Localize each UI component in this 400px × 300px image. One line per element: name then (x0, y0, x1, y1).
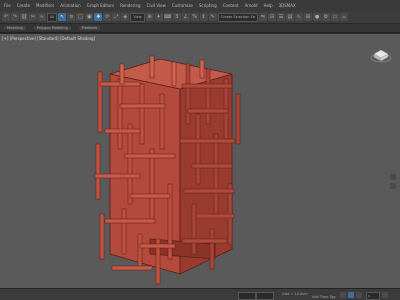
pivot-center-icon[interactable]: ⊕ (145, 13, 154, 21)
scaffold-tower-model[interactable] (0, 34, 400, 288)
mirror-icon[interactable]: ⇋ (259, 13, 268, 21)
menu-bar: File Create Modifiers Animation Graph Ed… (0, 0, 400, 11)
placement-icon[interactable]: ◈ (121, 13, 130, 21)
redo-icon[interactable]: ↷ (11, 13, 19, 21)
layers-icon[interactable]: ☰ (277, 13, 286, 21)
menu-animation[interactable]: Animation (60, 3, 80, 8)
menu-content[interactable]: Content (223, 3, 239, 8)
rectangular-selection-icon[interactable]: □ (76, 13, 85, 21)
undo-icon[interactable]: ↶ (2, 13, 10, 21)
bind-space-warp-icon[interactable]: ≈ (38, 13, 46, 21)
select-by-name-icon[interactable]: ≡ (67, 13, 76, 21)
x-coordinate-field[interactable] (238, 292, 256, 300)
go-to-end-icon[interactable] (356, 292, 362, 298)
rendered-frame-window-icon[interactable]: ▭ (331, 13, 340, 21)
ribbon: Modeling Polygon Modeling Freeform (0, 24, 400, 33)
move-icon[interactable]: ✥ (94, 13, 103, 21)
window-crossing-icon[interactable]: ▣ (85, 13, 94, 21)
tab-polygon-modeling[interactable]: Polygon Modeling (33, 26, 71, 30)
schematic-view-icon[interactable]: ⊞ (304, 13, 313, 21)
pan-icon[interactable] (390, 183, 396, 189)
menu-graph-editors[interactable]: Graph Editors (87, 3, 114, 8)
status-bar: Grid = 10.0cm Add Time Tag 0 (0, 288, 400, 300)
select-manipulate-icon[interactable]: ✦ (154, 13, 163, 21)
main-toolbar: ↶ ↷ ⛓ ✂ ≈ All ↖ ≡ □ ▣ ✥ ⟳ ⤢ ◈ View ⊕ ✦ ⌨… (0, 11, 400, 24)
add-time-tag[interactable]: Add Time Tag (312, 295, 336, 299)
spinner-snap-icon[interactable]: ⇕ (199, 13, 208, 21)
y-coordinate-field[interactable] (256, 292, 274, 300)
scale-icon[interactable]: ⤢ (112, 13, 121, 21)
play-icon[interactable] (348, 292, 354, 298)
named-selection-field[interactable]: Create Selection Se (217, 12, 259, 22)
selection-filter-dropdown[interactable]: All (47, 12, 58, 22)
menu-modifiers[interactable]: Modifiers (36, 3, 54, 8)
reference-coordinate-dropdown[interactable]: View (130, 12, 145, 22)
perspective-viewport[interactable]: [+] [Perspective] [Standard] [Default Sh… (0, 34, 400, 288)
menu-create[interactable]: Create (17, 3, 30, 8)
menu-3dsmax[interactable]: 3DSMAX (279, 3, 296, 8)
time-config-icon[interactable] (382, 292, 388, 298)
menu-customize[interactable]: Customize (172, 3, 193, 8)
select-object-icon[interactable]: ↖ (58, 13, 67, 21)
material-editor-icon[interactable]: ● (313, 13, 322, 21)
grid-readout: Grid = 10.0cm (282, 292, 308, 296)
tab-freeform[interactable]: Freeform (78, 26, 101, 30)
unlink-icon[interactable]: ✂ (29, 13, 37, 21)
zoom-icon[interactable] (390, 174, 396, 180)
menu-arnold[interactable]: Arnold (245, 3, 258, 8)
percent-snap-icon[interactable]: % (190, 13, 199, 21)
snaps-toggle-icon[interactable]: 3 (172, 13, 181, 21)
menu-scripting[interactable]: Scripting (199, 3, 217, 8)
go-to-start-icon[interactable] (340, 292, 346, 298)
rotate-icon[interactable]: ⟳ (103, 13, 112, 21)
edit-named-selection-icon[interactable]: ✎ (208, 13, 217, 21)
link-icon[interactable]: ⛓ (20, 13, 28, 21)
angle-snap-icon[interactable]: ∠ (181, 13, 190, 21)
render-setup-icon[interactable]: ⚙ (322, 13, 331, 21)
menu-help[interactable]: Help (264, 3, 273, 8)
menu-file[interactable]: File (4, 3, 11, 8)
menu-civil-view[interactable]: Civil View (147, 3, 166, 8)
scene-explorer-icon[interactable]: ▤ (286, 13, 295, 21)
current-frame-field[interactable]: 0 (366, 292, 380, 300)
curve-editor-icon[interactable]: ∿ (295, 13, 304, 21)
tab-modeling[interactable]: Modeling (4, 26, 26, 30)
viewport-nav-icons (390, 174, 396, 189)
align-icon[interactable]: ⊟ (268, 13, 277, 21)
keyboard-shortcut-icon[interactable]: ⌨ (163, 13, 172, 21)
menu-rendering[interactable]: Rendering (120, 3, 140, 8)
render-production-icon[interactable]: ☕ (340, 13, 349, 21)
